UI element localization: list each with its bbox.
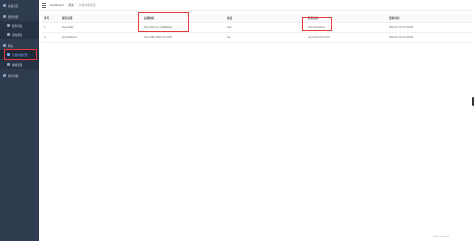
- table-row[interactable]: 1 DemoHttp http://127.0.0.1:8080/api htt…: [42, 23, 472, 33]
- breadcrumb-item[interactable]: Dashboard: [50, 3, 64, 7]
- table-cell: 2: [44, 36, 46, 39]
- footer-watermark: CSDN @gateway: [432, 236, 450, 238]
- sidebar-item-circuit-breaker[interactable]: 熔断配置: [0, 60, 39, 69]
- breadcrumb-item[interactable]: 网关: [68, 3, 74, 7]
- column-header: 序号: [44, 17, 50, 20]
- table-row[interactable]: 2 serviceDemo http://192.168.0.10:7070 t…: [42, 33, 472, 43]
- balance-icon: [7, 53, 10, 56]
- column-header: 转发地址: [308, 17, 319, 20]
- sidebar-item-label: 系统首页: [8, 4, 19, 8]
- menu-icon[interactable]: [42, 2, 46, 8]
- table-cell: 2021-07-01 10:00:00: [389, 26, 414, 29]
- fuse-icon: [7, 63, 10, 66]
- grid-icon: [3, 15, 6, 18]
- column-header: 服务名称: [62, 17, 73, 20]
- plus-icon: [7, 33, 10, 36]
- user-icon: [3, 74, 6, 77]
- sidebar-item-home[interactable]: 系统首页: [0, 1, 39, 10]
- sidebar-item-gateway[interactable]: 网关: [0, 41, 39, 50]
- table-cell: 2021-07-02 11:30:00: [389, 36, 413, 39]
- column-header: 协议: [227, 17, 233, 20]
- sidebar-item-tenant[interactable]: 租户管理: [0, 71, 39, 80]
- sidebar-item-label: 网关: [8, 44, 14, 48]
- sidebar-item-label: 服务列表: [12, 24, 23, 28]
- table-cell: DemoHttp: [62, 26, 74, 29]
- sidebar: 系统首页 服务管理 服务列表 添加服务 网关 负载均衡配置 熔断配置 租户管理: [0, 0, 39, 241]
- sidebar-item-label: 租户管理: [8, 74, 19, 78]
- table-cell: http://localhost: [308, 26, 325, 29]
- header: Dashboard / 网关 / 负载均衡配置: [39, 0, 474, 11]
- table-cell: http://127.0.0.1:8080/api: [144, 26, 172, 29]
- column-header: 后端地址: [144, 17, 155, 20]
- table-cell: tcp://10.0.0.5:7070: [308, 36, 330, 39]
- breadcrumb-separator: /: [76, 3, 77, 7]
- gateway-icon: [3, 44, 6, 47]
- table-cell: http://192.168.0.10:7070: [144, 36, 173, 39]
- sidebar-item-label: 服务管理: [8, 15, 19, 19]
- table-cell: serviceDemo: [62, 36, 78, 39]
- sidebar-item-label: 负载均衡配置: [12, 53, 28, 57]
- sidebar-item-label: 熔断配置: [12, 63, 23, 67]
- list-icon: [7, 24, 10, 27]
- sidebar-item-service-list[interactable]: 服务列表: [0, 21, 39, 30]
- table-header-row: 序号 服务名称 后端地址 协议 转发地址 更新时间: [42, 14, 472, 23]
- table-cell: tcp: [227, 36, 231, 39]
- sidebar-item-load-balance[interactable]: 负载均衡配置: [0, 50, 39, 59]
- sidebar-item-label: 添加服务: [12, 33, 23, 37]
- column-header: 更新时间: [389, 17, 400, 20]
- services-table: 序号 服务名称 后端地址 协议 转发地址 更新时间 1 DemoHttp htt…: [42, 14, 472, 43]
- table-cell: 1: [44, 26, 46, 29]
- breadcrumb-separator: /: [65, 3, 67, 7]
- home-icon: [3, 4, 6, 7]
- breadcrumb-current: 负载均衡配置: [78, 3, 96, 7]
- sidebar-item-service-management[interactable]: 服务管理: [0, 12, 39, 21]
- table-cell: http: [227, 26, 232, 29]
- sidebar-item-add-service[interactable]: 添加服务: [0, 30, 39, 39]
